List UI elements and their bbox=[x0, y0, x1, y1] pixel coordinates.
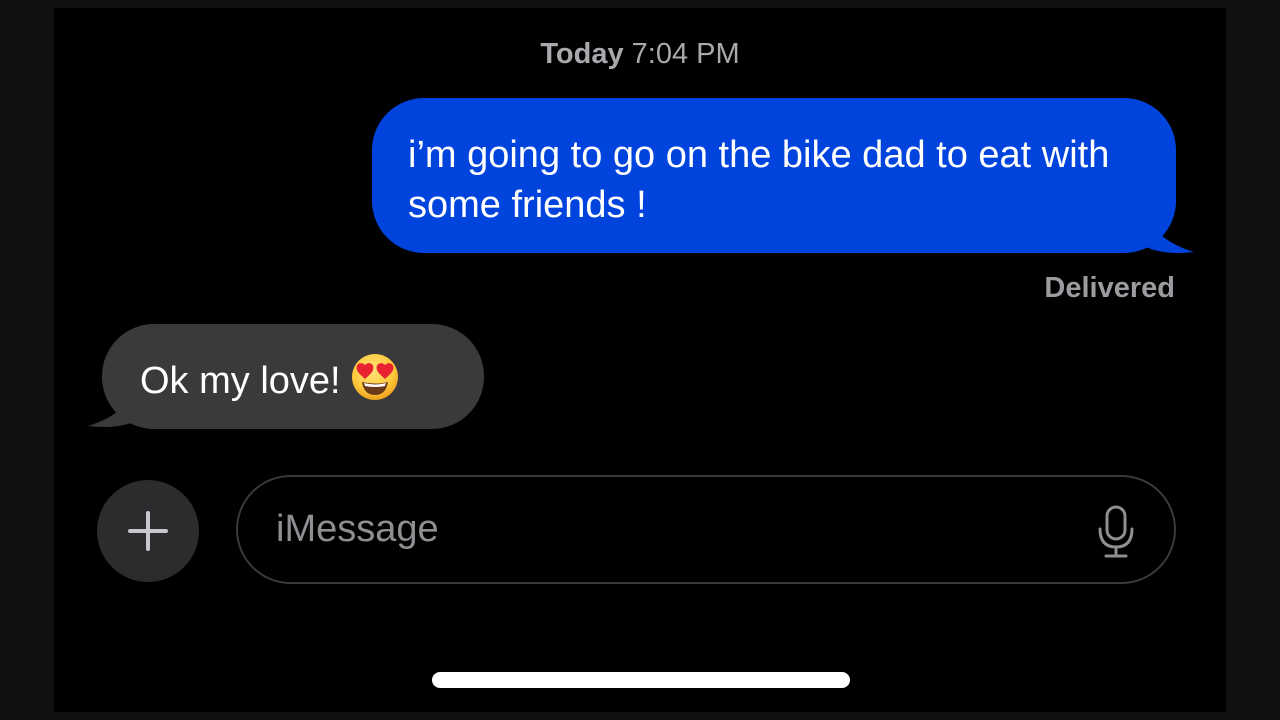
home-indicator[interactable] bbox=[432, 672, 850, 688]
microphone-icon[interactable] bbox=[1096, 505, 1136, 559]
plus-icon bbox=[128, 511, 168, 551]
heart-eyes-emoji-icon bbox=[351, 354, 398, 400]
conversation-timestamp: Today 7:04 PM bbox=[54, 38, 1226, 71]
timestamp-time: 7:04 PM bbox=[631, 38, 740, 70]
imessage-input[interactable]: iMessage bbox=[236, 475, 1176, 584]
add-attachment-button[interactable] bbox=[97, 480, 199, 582]
received-message-text: Ok my love! bbox=[140, 360, 341, 402]
sent-message-bubble[interactable]: i’m going to go on the bike dad to eat w… bbox=[372, 98, 1176, 253]
delivered-status: Delivered bbox=[1044, 272, 1175, 304]
imessage-placeholder: iMessage bbox=[276, 508, 439, 550]
messages-screen: Today 7:04 PM i’m going to go on the bik… bbox=[54, 8, 1226, 712]
sent-message-text: i’m going to go on the bike dad to eat w… bbox=[408, 134, 1110, 226]
received-message-bubble[interactable]: Ok my love! bbox=[102, 324, 484, 429]
timestamp-day: Today bbox=[540, 38, 624, 70]
